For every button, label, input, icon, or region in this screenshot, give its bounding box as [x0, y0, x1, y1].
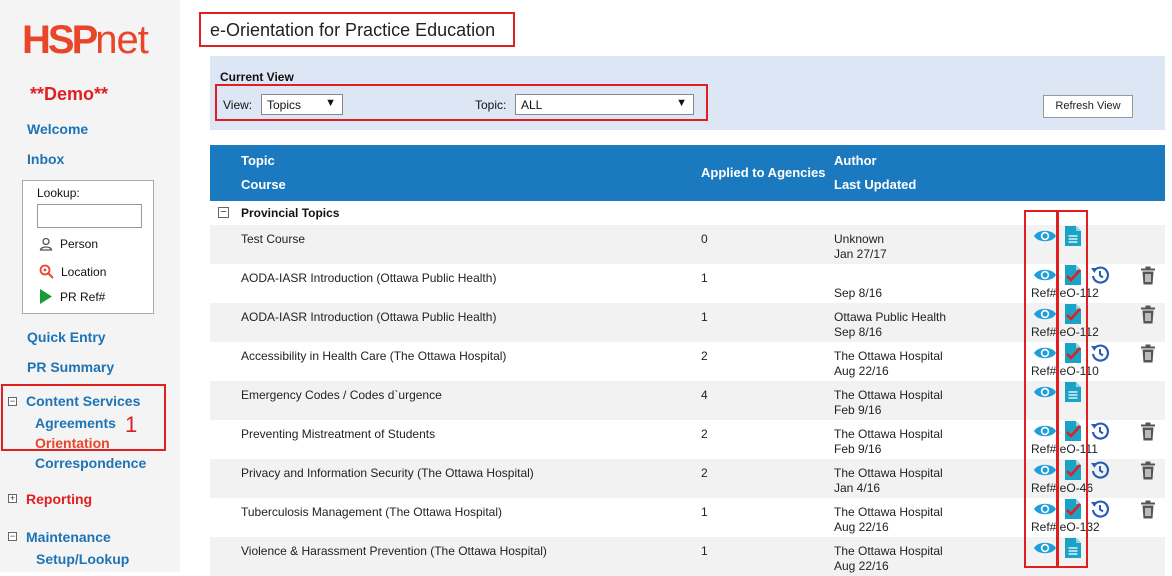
- lookup-location-label: Location: [61, 264, 107, 279]
- header-last-updated[interactable]: Last Updated: [834, 177, 916, 192]
- page-title: e-Orientation for Practice Education: [210, 20, 496, 40]
- applied-count: 2: [701, 466, 708, 480]
- trash-icon[interactable]: [1140, 422, 1156, 444]
- trash-icon[interactable]: [1140, 344, 1156, 366]
- header-applied[interactable]: Applied to Agencies: [701, 165, 825, 180]
- last-updated: Feb 9/16: [834, 403, 882, 417]
- lookup-person-label: Person: [60, 237, 99, 251]
- highlight-box-doc-column: [1056, 210, 1088, 568]
- nav-reporting[interactable]: Reporting: [26, 491, 92, 507]
- lookup-panel: Lookup: Person Location PR Ref#: [22, 180, 154, 314]
- play-arrow-icon: [40, 289, 52, 304]
- author: The Ottawa Hospital: [834, 427, 943, 441]
- lookup-label: Lookup:: [37, 186, 80, 200]
- course-name[interactable]: Emergency Codes / Codes d`urgence: [241, 388, 442, 402]
- applied-count: 2: [701, 349, 708, 363]
- lookup-pr-ref-label: PR Ref#: [60, 289, 106, 304]
- group-collapse-icon[interactable]: −: [218, 207, 229, 218]
- hspnet-logo[interactable]: HSPnet: [22, 20, 149, 60]
- course-name[interactable]: Privacy and Information Security (The Ot…: [241, 466, 534, 480]
- course-name[interactable]: Tuberculosis Management (The Ottawa Hosp…: [241, 505, 502, 519]
- highlight-box-current-view: [215, 84, 708, 121]
- nav-maintenance[interactable]: Maintenance: [26, 529, 111, 545]
- course-name[interactable]: Violence & Harassment Prevention (The Ot…: [241, 544, 547, 558]
- refresh-view-button[interactable]: Refresh View: [1043, 95, 1133, 118]
- trash-icon[interactable]: [1140, 305, 1156, 327]
- course-name[interactable]: AODA-IASR Introduction (Ottawa Public He…: [241, 310, 496, 324]
- last-updated: Jan 4/16: [834, 481, 881, 495]
- nav-setup-lookup[interactable]: Setup/Lookup: [36, 551, 129, 567]
- last-updated: Jan 27/17: [834, 247, 887, 261]
- course-name[interactable]: Test Course: [241, 232, 305, 246]
- location-search-icon: [39, 264, 54, 279]
- trash-icon[interactable]: [1140, 500, 1156, 522]
- author: The Ottawa Hospital: [834, 466, 943, 480]
- author: The Ottawa Hospital: [834, 349, 943, 363]
- header-author[interactable]: Author: [834, 153, 877, 168]
- course-name[interactable]: Accessibility in Health Care (The Ottawa…: [241, 349, 506, 363]
- person-icon: [39, 237, 53, 251]
- last-updated: Aug 22/16: [834, 559, 889, 573]
- applied-count: 2: [701, 427, 708, 441]
- last-updated: Sep 8/16: [834, 286, 883, 300]
- last-updated: Aug 22/16: [834, 364, 889, 378]
- nav-welcome[interactable]: Welcome: [27, 121, 88, 137]
- header-course[interactable]: Course: [241, 177, 286, 192]
- lookup-location[interactable]: Location: [39, 264, 106, 279]
- history-icon[interactable]: [1090, 343, 1110, 366]
- history-icon[interactable]: [1090, 265, 1110, 288]
- last-updated: Sep 8/16: [834, 325, 883, 339]
- author: The Ottawa Hospital: [834, 544, 943, 558]
- nav-inbox[interactable]: Inbox: [27, 151, 64, 167]
- reporting-expand-icon[interactable]: +: [8, 494, 17, 503]
- header-topic[interactable]: Topic: [241, 153, 275, 168]
- history-icon[interactable]: [1090, 499, 1110, 522]
- applied-count: 1: [701, 271, 708, 285]
- author: Unknown: [834, 232, 885, 246]
- course-name[interactable]: AODA-IASR Introduction (Ottawa Public He…: [241, 271, 496, 285]
- group-label: Provincial Topics: [241, 206, 340, 220]
- nav-correspondence[interactable]: Correspondence: [35, 455, 146, 471]
- last-updated: Feb 9/16: [834, 442, 882, 456]
- course-name[interactable]: Preventing Mistreatment of Students: [241, 427, 435, 441]
- trash-icon[interactable]: [1140, 266, 1156, 288]
- lookup-input[interactable]: [37, 204, 142, 228]
- author: Ottawa Public Health: [834, 310, 947, 324]
- nav-quick-entry[interactable]: Quick Entry: [27, 329, 106, 345]
- lookup-pr-ref[interactable]: PR Ref#: [39, 289, 105, 304]
- nav-pr-summary[interactable]: PR Summary: [27, 359, 114, 375]
- sidebar: HSPnet **Demo** Welcome Inbox Lookup: Pe…: [0, 0, 180, 572]
- highlight-box-view-column: [1024, 210, 1059, 568]
- author: The Ottawa Hospital: [834, 388, 943, 402]
- lookup-person[interactable]: Person: [39, 237, 98, 251]
- trash-icon[interactable]: [1140, 461, 1156, 483]
- history-icon[interactable]: [1090, 460, 1110, 483]
- maintenance-collapse-icon[interactable]: −: [8, 532, 17, 541]
- table-row: [210, 225, 1165, 264]
- applied-count: 1: [701, 505, 708, 519]
- current-view-title: Current View: [220, 70, 294, 84]
- applied-count: 1: [701, 544, 708, 558]
- applied-count: 0: [701, 232, 708, 246]
- highlight-box-content-services: [1, 384, 166, 451]
- history-icon[interactable]: [1090, 421, 1110, 444]
- author: The Ottawa Hospital: [834, 505, 943, 519]
- applied-count: 4: [701, 388, 708, 402]
- demo-label: **Demo**: [30, 84, 109, 104]
- annotation-number: 1: [125, 412, 138, 437]
- table-header: Topic Course Applied to Agencies Author …: [210, 145, 1165, 201]
- last-updated: Aug 22/16: [834, 520, 889, 534]
- applied-count: 1: [701, 310, 708, 324]
- group-row: [210, 203, 1165, 223]
